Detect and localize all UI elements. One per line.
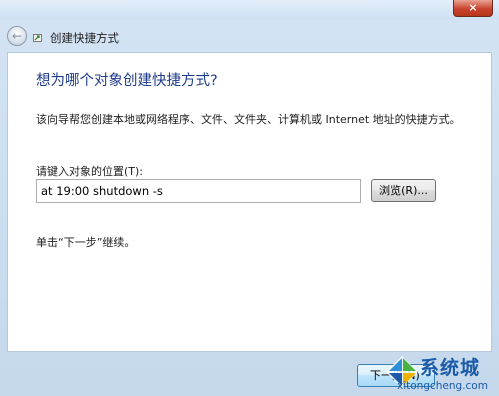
page-heading: 想为哪个对象创建快捷方式? bbox=[36, 73, 218, 89]
shortcut-wizard-icon bbox=[33, 34, 42, 42]
next-hint: 单击“下一步”继续。 bbox=[36, 236, 136, 249]
browse-button[interactable]: 浏览(R)... bbox=[371, 179, 436, 202]
site-watermark: 系统城 xitongcheng.com bbox=[382, 350, 499, 396]
title-bar: × bbox=[0, 0, 499, 20]
create-shortcut-window: × ← 创建快捷方式 想为哪个对象创建快捷方式? 该向导帮您创建本地或网络程序、… bbox=[0, 0, 499, 396]
window-title: 创建快捷方式 bbox=[50, 31, 119, 45]
watermark-brand: 系统城 bbox=[420, 357, 481, 379]
wizard-description: 该向导帮您创建本地或网络程序、文件、文件夹、计算机或 Internet 地址的快… bbox=[36, 113, 461, 126]
back-button[interactable]: ← bbox=[7, 26, 27, 46]
location-label: 请键入对象的位置(T): bbox=[36, 165, 144, 178]
close-button[interactable]: × bbox=[453, 0, 493, 17]
watermark-url: xitongcheng.com bbox=[397, 380, 488, 392]
wizard-navigation-bar: ← 创建快捷方式 bbox=[0, 20, 499, 52]
wizard-content-panel: 想为哪个对象创建快捷方式? 该向导帮您创建本地或网络程序、文件、文件夹、计算机或… bbox=[7, 52, 492, 352]
location-input[interactable] bbox=[36, 179, 361, 203]
